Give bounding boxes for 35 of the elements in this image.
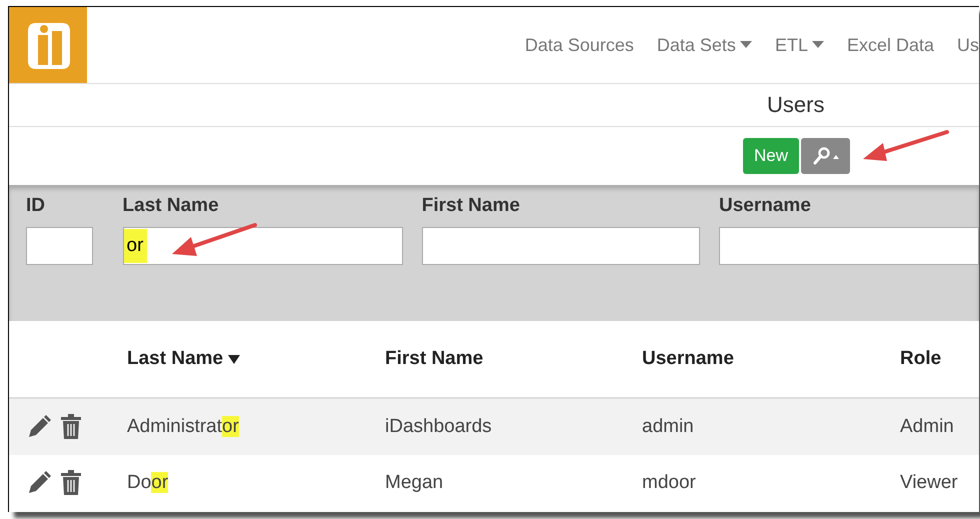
- nav-link[interactable]: Excel Data: [846, 34, 934, 56]
- trash-icon[interactable]: [60, 470, 82, 496]
- table-cell-text: Viewer: [900, 472, 959, 494]
- table-cell-text: mdoor: [642, 472, 697, 494]
- filter-label: First Name: [422, 195, 521, 217]
- filter-field[interactable]: [26, 227, 93, 265]
- column-header[interactable]: First Name: [385, 348, 642, 370]
- table-cell-text: Megan: [385, 472, 444, 494]
- table-cell-text: iDashboards: [385, 416, 493, 438]
- logo[interactable]: [9, 7, 87, 83]
- table-cell-text: Administrator: [127, 416, 240, 438]
- nav-link[interactable]: ETL: [774, 34, 824, 56]
- column-header[interactable]: Last Name: [127, 348, 385, 370]
- nav-link[interactable]: Data Sources: [524, 34, 634, 56]
- table-cell-text: Admin: [900, 416, 955, 438]
- search-toggle-button[interactable]: [801, 138, 850, 174]
- page-title: Users: [767, 92, 824, 118]
- search-icon: [810, 146, 841, 166]
- column-header[interactable]: Username: [642, 348, 900, 370]
- column-header[interactable]: Role: [900, 348, 979, 370]
- table-row[interactable]: Door Megan mdoor Viewer: [9, 455, 979, 511]
- trash-icon[interactable]: [60, 414, 82, 440]
- filter-field[interactable]: or: [122, 227, 403, 265]
- nav-link[interactable]: Us: [957, 34, 979, 56]
- table-row[interactable]: Administrator iDashboards admin Admin: [9, 399, 979, 455]
- filter-label: Last Name: [122, 195, 220, 217]
- filter-field[interactable]: [719, 227, 979, 265]
- filter-label: Username: [719, 195, 812, 217]
- table-cell-text: admin: [642, 416, 695, 438]
- filter-field[interactable]: [422, 227, 700, 265]
- pencil-icon[interactable]: [26, 470, 52, 496]
- pencil-icon[interactable]: [26, 414, 52, 440]
- table-cell-text: Door: [127, 472, 170, 494]
- nav-link[interactable]: Data Sets: [656, 34, 752, 56]
- filter-label: ID: [26, 195, 46, 217]
